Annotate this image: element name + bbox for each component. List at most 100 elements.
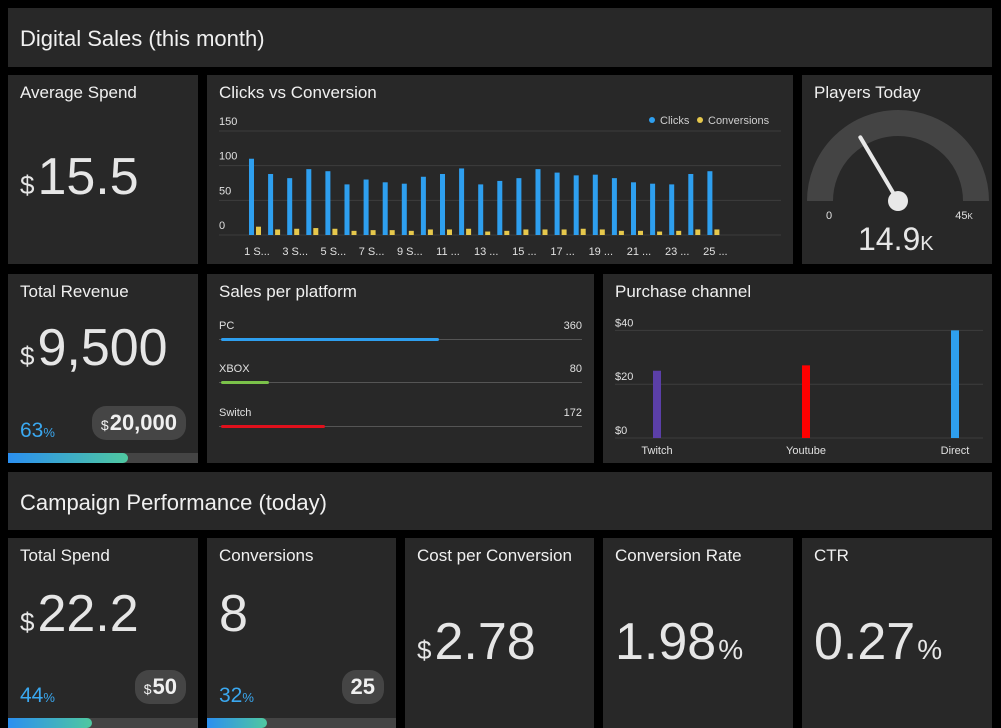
spend-progress-fill (8, 718, 92, 728)
card-title: Total Spend (20, 546, 110, 565)
platform-name: Switch (219, 407, 252, 419)
conversions-bar (275, 229, 281, 235)
clicks-bar (382, 182, 388, 235)
conversions-bar (370, 230, 376, 235)
platform-row-xbox: XBOX 80 (219, 363, 582, 403)
total-revenue-value: $9,500 (20, 318, 168, 378)
platform-value: 172 (563, 407, 582, 419)
section-title: Campaign Performance (today) (20, 490, 327, 515)
clicks-bar (497, 180, 503, 235)
total-spend-card[interactable]: Total Spend $22.2 44% $50 (8, 538, 198, 728)
platform-name: PC (219, 320, 235, 332)
x-tick-label: 15 ... (512, 246, 536, 258)
section-header-campaign: Campaign Performance (today) (8, 472, 992, 530)
conversions-bar (332, 228, 338, 235)
gauge-max-unit: K (967, 212, 973, 221)
x-tick-label: 9 S... (397, 246, 423, 258)
percent-value: 63 (20, 419, 44, 442)
ctr-card[interactable]: CTR 0.27% (802, 538, 992, 728)
clicks-bar (420, 176, 426, 235)
currency-symbol: $ (417, 635, 432, 665)
players-unit: K (920, 233, 934, 255)
x-tick-label: Twitch (641, 445, 672, 457)
y-tick-label: 50 (219, 185, 231, 197)
spend-progress-percent: 44% (20, 684, 55, 708)
clicks-bar (459, 168, 465, 235)
sales-per-platform-card[interactable]: Sales per platform PC 360 XBOX 80 Switch… (207, 274, 594, 463)
x-tick-label: 19 ... (589, 246, 613, 258)
spend-progress-track (8, 718, 198, 728)
purchase-channel-card[interactable]: Purchase channel $0 $20 $40 Twitch Youtube Di… (603, 274, 992, 463)
y-tick-label: $40 (615, 317, 633, 329)
conversions-bar (523, 229, 529, 235)
conversions-progress-track (207, 718, 396, 728)
clicks-bar (554, 172, 560, 235)
revenue-progress-percent: 63% (20, 419, 55, 443)
x-tick-label: 13 ... (474, 246, 498, 258)
clicks-bar (344, 184, 350, 235)
platform-bar (221, 338, 439, 341)
percent-symbol: % (43, 690, 55, 705)
conversions-bar (580, 228, 586, 235)
kpi-number: 22.2 (37, 585, 139, 643)
clicks-bar (268, 173, 274, 235)
currency-symbol: $ (20, 607, 35, 637)
cost-per-conversion-card[interactable]: Cost per Conversion $2.78 (405, 538, 594, 728)
gauge-track (807, 110, 989, 202)
kpi-number: 15.5 (37, 148, 139, 206)
clicks-conversion-chart: 0 50 100 150 Clicks Conversions 1 S... 3 S... 5 … (219, 115, 781, 258)
x-tick-label: Direct (941, 445, 970, 457)
card-title: Conversion Rate (615, 546, 742, 565)
average-spend-value: $15.5 (20, 147, 139, 207)
clicks-vs-conversion-card[interactable]: Clicks vs Conversion 0 50 100 150 Clicks Conv… (207, 75, 793, 264)
clicks-bar (249, 158, 254, 235)
conversions-progress-percent: 32% (219, 684, 254, 708)
clicks-bar (306, 169, 312, 235)
clicks-bar (440, 173, 445, 235)
clicks-bar (363, 179, 369, 235)
kpi-number: 0.27 (814, 613, 916, 671)
target-value: 25 (350, 674, 375, 699)
card-title: Sales per platform (219, 282, 357, 301)
conversions-bar (485, 231, 491, 235)
conversions-bar (618, 230, 624, 235)
conversions-bar (676, 230, 682, 235)
gauge-max-label: 45K (955, 210, 973, 222)
card-title: Average Spend (20, 83, 137, 102)
conversions-card[interactable]: Conversions 8 32% 25 (207, 538, 396, 728)
x-tick-label: 11 ... (436, 246, 460, 258)
conversions-bar (657, 231, 663, 235)
conversion-rate-card[interactable]: Conversion Rate 1.98% (603, 538, 793, 728)
currency-symbol: $ (20, 341, 35, 371)
platform-value: 80 (569, 363, 582, 375)
conversions-bar (542, 229, 548, 235)
average-spend-card[interactable]: Average Spend $15.5 (8, 75, 198, 264)
players-today-card[interactable]: Players Today 0 45K 14.9K (802, 75, 992, 264)
target-value: 20,000 (109, 410, 177, 435)
currency-symbol: $ (20, 170, 35, 200)
card-title: Conversions (219, 546, 314, 565)
kpi-number: 8 (219, 585, 248, 643)
x-tick-label: 23 ... (665, 246, 689, 258)
platform-row-pc: PC 360 (219, 320, 582, 360)
conversions-bar (561, 229, 567, 235)
section-title: Digital Sales (this month) (20, 26, 265, 51)
conversions-bar (466, 228, 472, 235)
gauge-max-value: 45 (955, 210, 967, 222)
clicks-bar (669, 184, 675, 235)
channel-bar (802, 365, 810, 438)
y-tick-label: $20 (615, 371, 633, 383)
conversions-target-badge: 25 (341, 670, 384, 704)
cpc-value: $2.78 (417, 612, 536, 672)
x-tick-label: 17 ... (550, 246, 574, 258)
conversion-rate-value: 1.98% (615, 612, 743, 672)
clicks-bar (707, 171, 713, 235)
platform-bar (221, 381, 270, 384)
x-tick-label: 3 S... (282, 246, 308, 258)
clicks-bar (516, 178, 522, 235)
x-tick-label: 1 S... (244, 246, 270, 258)
percent-symbol: % (242, 690, 254, 705)
kpi-number: 1.98 (615, 613, 717, 671)
platform-bar (221, 425, 326, 428)
total-revenue-card[interactable]: Total Revenue $9,500 63% $20,000 (8, 274, 198, 463)
